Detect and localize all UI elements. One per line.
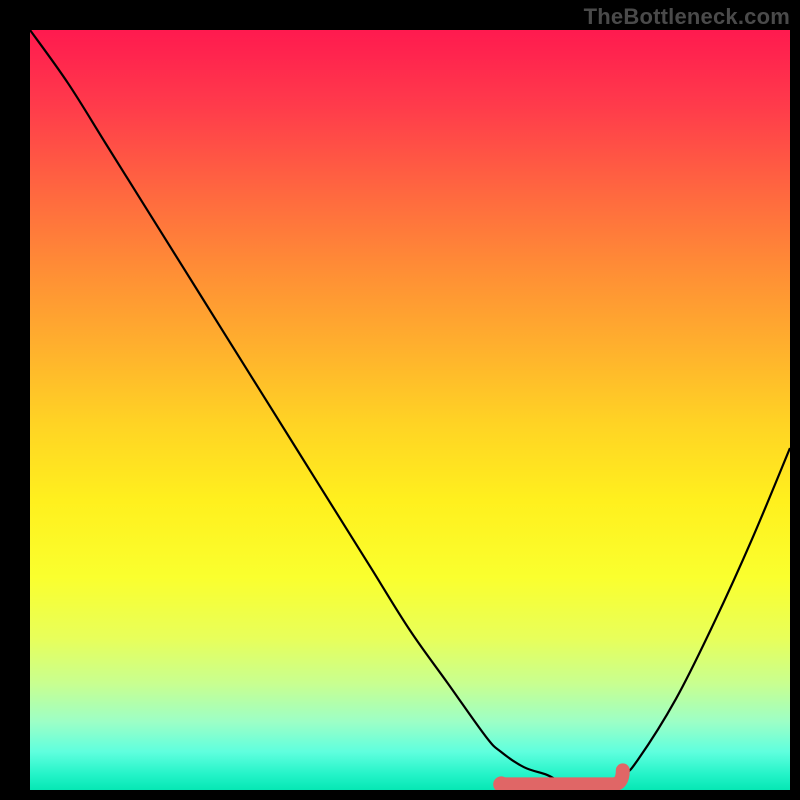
optimal-range-marker xyxy=(501,770,623,784)
chart-frame: TheBottleneck.com xyxy=(0,0,800,800)
plot-svg xyxy=(30,30,790,790)
bottleneck-curve xyxy=(30,30,790,783)
plot-area xyxy=(30,30,790,790)
watermark-text: TheBottleneck.com xyxy=(584,4,790,30)
